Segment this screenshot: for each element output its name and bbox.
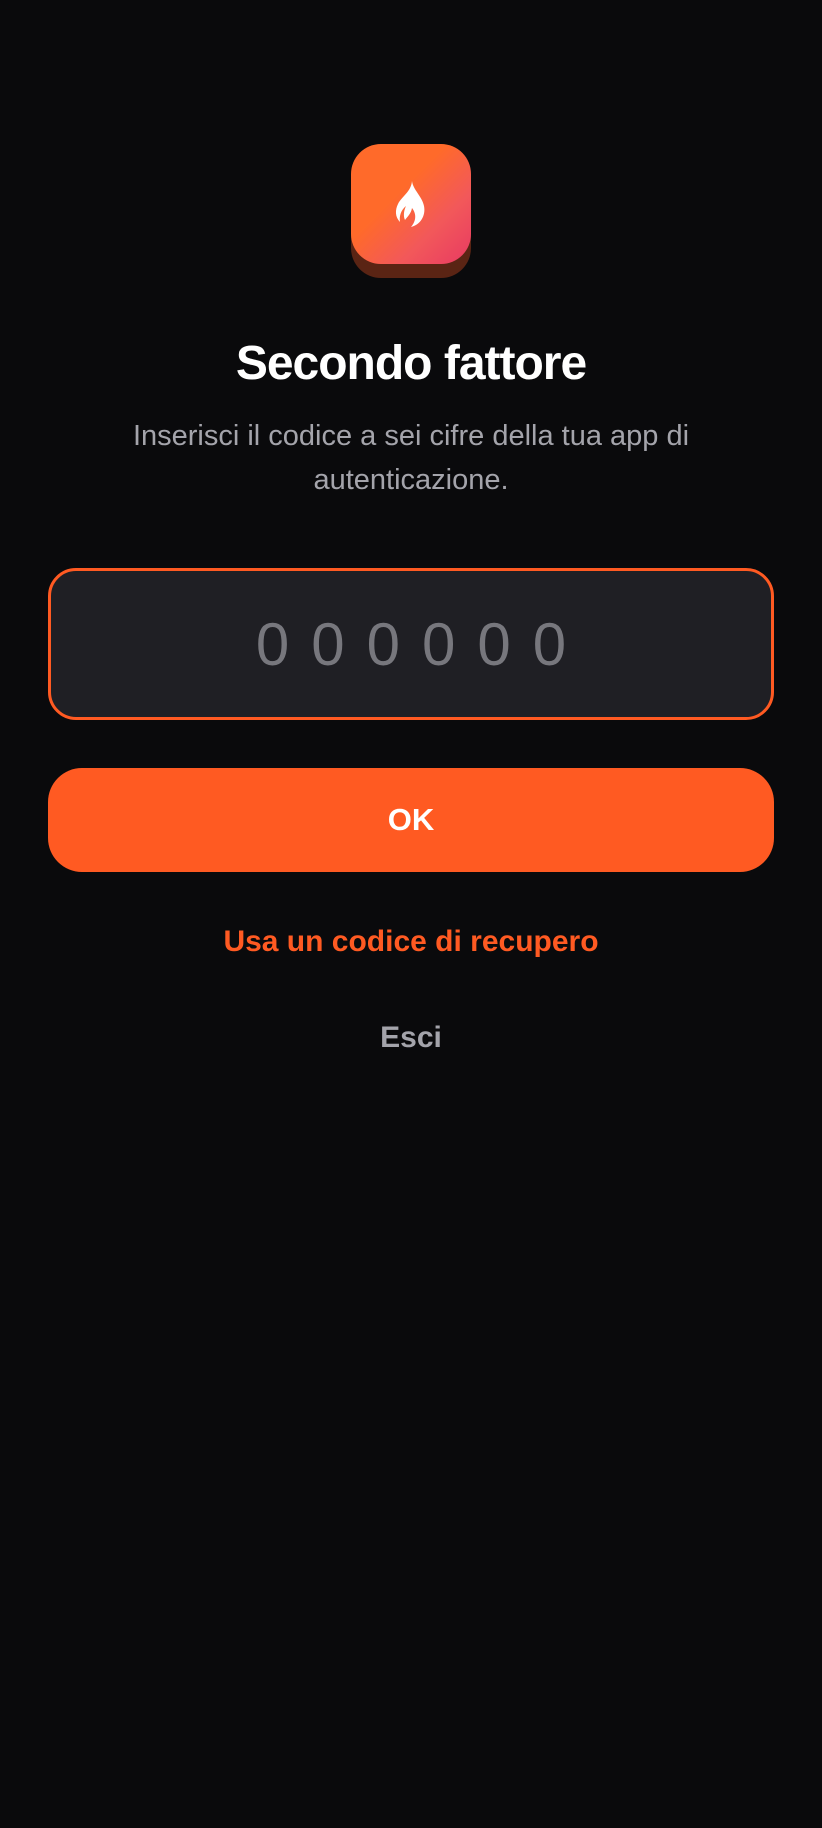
use-recovery-code-link[interactable]: Usa un codice di recupero <box>0 920 822 964</box>
page-title: Secondo fattore <box>235 337 587 390</box>
app-logo <box>351 144 471 278</box>
flame-icon <box>395 181 425 227</box>
two-factor-screen: Secondo fattore Inserisci il codice a se… <box>0 0 822 1828</box>
exit-link[interactable]: Esci <box>0 1016 822 1060</box>
logo-tile <box>351 144 471 264</box>
page-subtitle: Inserisci il codice a sei cifre della tu… <box>132 420 690 496</box>
verification-code-input[interactable] <box>51 571 771 717</box>
code-field[interactable] <box>48 568 774 720</box>
ok-button[interactable]: OK <box>48 768 774 872</box>
